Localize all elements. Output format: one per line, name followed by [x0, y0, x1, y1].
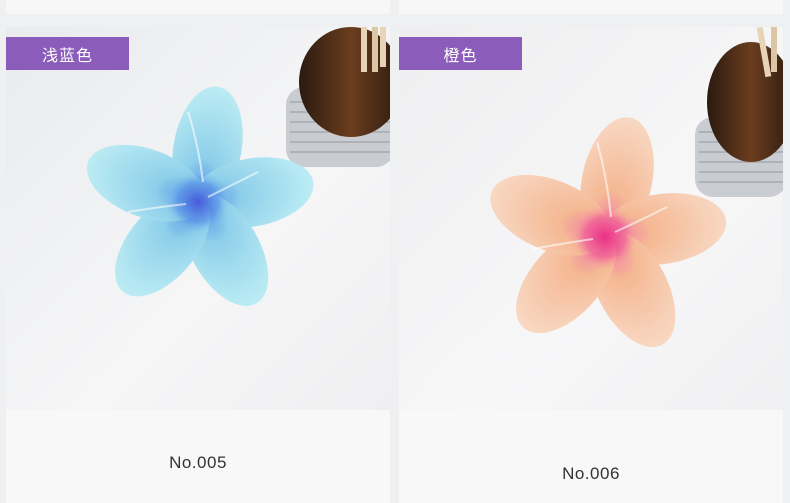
product-photo [399, 27, 783, 410]
product-card-orange[interactable]: 橙色 No.006 [399, 27, 783, 503]
product-photo [6, 27, 390, 410]
previous-row-card-right [399, 0, 783, 14]
product-code: No.006 [562, 464, 620, 483]
product-card-light-blue[interactable]: 浅蓝色 No.005 [6, 27, 390, 503]
color-tag: 浅蓝色 [6, 37, 129, 70]
product-code: No.005 [169, 453, 227, 472]
color-tag: 橙色 [399, 37, 522, 70]
previous-row-card-left [6, 0, 390, 14]
